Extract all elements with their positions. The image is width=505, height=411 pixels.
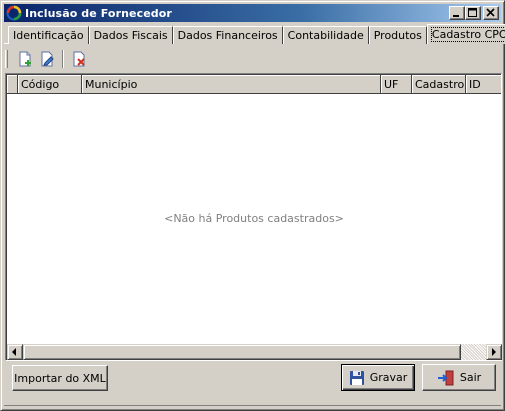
maximize-icon: [468, 8, 477, 17]
scroll-left-button[interactable]: [7, 344, 23, 360]
column-header-municipio[interactable]: Município: [82, 75, 381, 94]
new-record-button[interactable]: [14, 48, 36, 70]
window-title: Inclusão de Fornecedor: [25, 6, 172, 20]
tab-contabilidade[interactable]: Contabilidade: [282, 26, 369, 44]
cpom-grid[interactable]: Código Município UF Cadastro ID <Não há …: [5, 73, 502, 361]
maximize-button[interactable]: [465, 6, 481, 20]
delete-record-button[interactable]: [68, 48, 90, 70]
close-button[interactable]: [483, 6, 499, 20]
toolbar: [5, 48, 90, 70]
column-header-codigo[interactable]: Código: [18, 75, 82, 94]
horizontal-scrollbar[interactable]: [7, 344, 502, 360]
new-record-icon: [19, 51, 31, 67]
column-header-cadastro[interactable]: Cadastro: [412, 75, 466, 94]
close-icon: [486, 8, 495, 17]
exit-button[interactable]: Sair: [422, 364, 496, 391]
scroll-thumb[interactable]: [23, 344, 461, 360]
tab-dados-financeiros[interactable]: Dados Financeiros: [172, 26, 283, 44]
edit-record-icon: [41, 51, 54, 67]
app-window: Inclusão de Fornecedor Identificação Dad…: [0, 0, 505, 411]
import-xml-button[interactable]: Importar do XML: [12, 365, 108, 391]
toolbar-separator: [62, 50, 64, 68]
column-header-uf[interactable]: UF: [381, 75, 412, 94]
column-header-id[interactable]: ID: [466, 75, 501, 94]
arrow-right-icon: [492, 348, 496, 356]
arrow-left-icon: [12, 348, 16, 356]
app-logo-icon: [6, 5, 22, 21]
empty-grid-message: <Não há Produtos cadastrados>: [164, 212, 344, 225]
floppy-disk-icon: [349, 370, 364, 385]
tab-strip: Identificação Dados Fiscais Dados Financ…: [8, 24, 505, 44]
delete-record-icon: [73, 51, 85, 67]
tab-dados-fiscais[interactable]: Dados Fiscais: [88, 26, 173, 44]
minimize-icon: [453, 15, 459, 17]
tab-cadastro-cpom[interactable]: Cadastro CPOM: [426, 24, 505, 44]
minimize-button[interactable]: [449, 6, 465, 20]
save-button[interactable]: Gravar: [341, 364, 415, 391]
title-bar[interactable]: Inclusão de Fornecedor: [4, 4, 501, 22]
row-indicator-header[interactable]: [7, 75, 18, 94]
edit-record-button[interactable]: [36, 48, 58, 70]
scroll-right-button[interactable]: [486, 344, 502, 360]
status-bar: [4, 405, 501, 409]
toolbar-grip[interactable]: [5, 50, 8, 68]
exit-door-icon: [437, 370, 454, 385]
tab-identificacao[interactable]: Identificação: [8, 26, 89, 44]
tab-produtos[interactable]: Produtos: [368, 26, 427, 44]
grid-header: Código Município UF Cadastro ID: [7, 75, 501, 94]
